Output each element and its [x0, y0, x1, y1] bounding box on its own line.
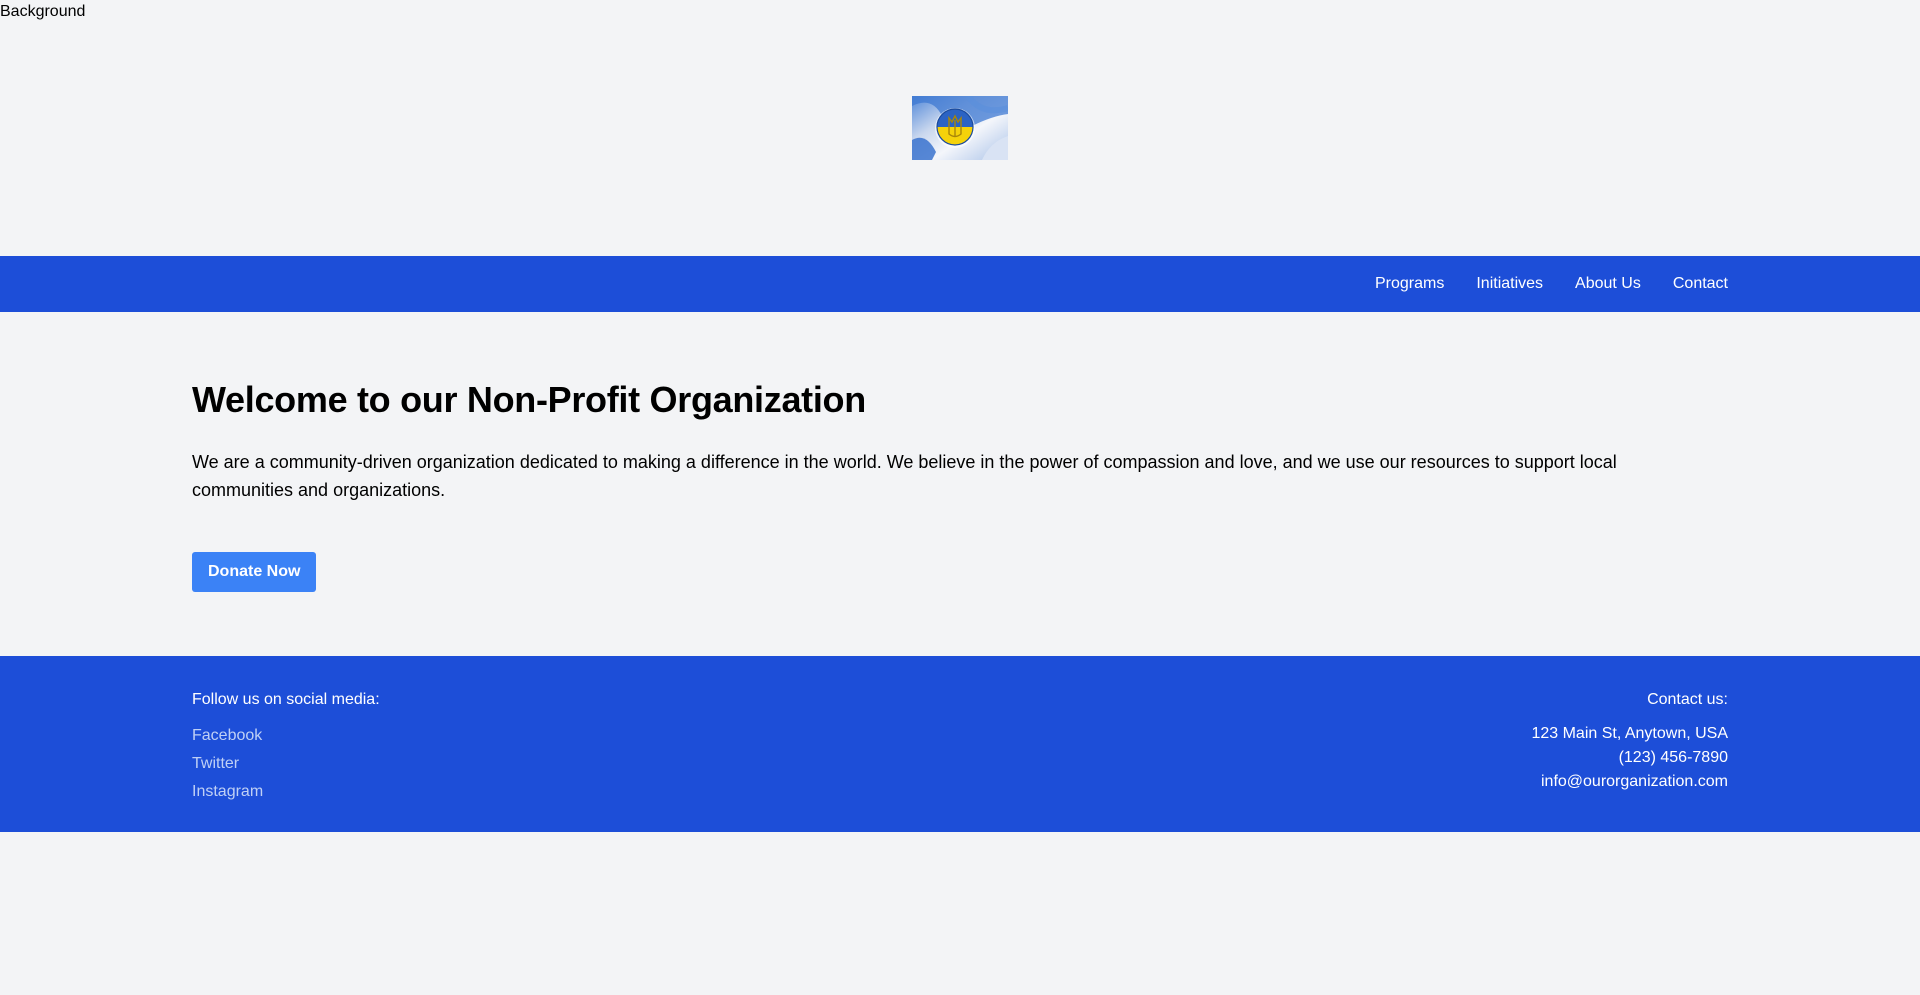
social-section: Follow us on social media: Facebook Twit…	[192, 690, 380, 806]
contact-address: 123 Main St, Anytown, USA	[1531, 725, 1728, 742]
contact-email: info@ourorganization.com	[1540, 773, 1728, 790]
top-navbar: Programs Initiatives About Us Contact	[0, 256, 1920, 312]
social-link-instagram[interactable]: Instagram	[192, 778, 380, 806]
nav-links: Programs Initiatives About Us Contact	[1375, 256, 1728, 312]
nav-link-initiatives[interactable]: Initiatives	[1476, 275, 1543, 293]
social-link-facebook[interactable]: Facebook	[192, 722, 380, 750]
hero-section: Welcome to our Non-Profit Organization W…	[192, 312, 1728, 592]
donate-now-button[interactable]: Donate Now	[192, 552, 317, 592]
nav-link-contact[interactable]: Contact	[1673, 275, 1728, 293]
nav-link-about-us[interactable]: About Us	[1575, 275, 1641, 293]
nav-link-programs[interactable]: Programs	[1375, 275, 1444, 293]
footer: Follow us on social media: Facebook Twit…	[0, 656, 1920, 832]
hero-description: We are a community-driven organization d…	[192, 452, 1617, 500]
social-heading: Follow us on social media:	[192, 691, 380, 708]
social-link-twitter[interactable]: Twitter	[192, 750, 380, 778]
page-title: Welcome to our Non-Profit Organization	[192, 379, 866, 420]
background-label: Background	[0, 3, 86, 20]
contact-section: Contact us: 123 Main St, Anytown, USA (1…	[1531, 690, 1728, 794]
contact-phone: (123) 456-7890	[1618, 749, 1728, 766]
ukraine-flag-badge-icon	[912, 96, 1008, 160]
logo-image	[912, 96, 1008, 160]
contact-heading: Contact us:	[1647, 691, 1728, 708]
